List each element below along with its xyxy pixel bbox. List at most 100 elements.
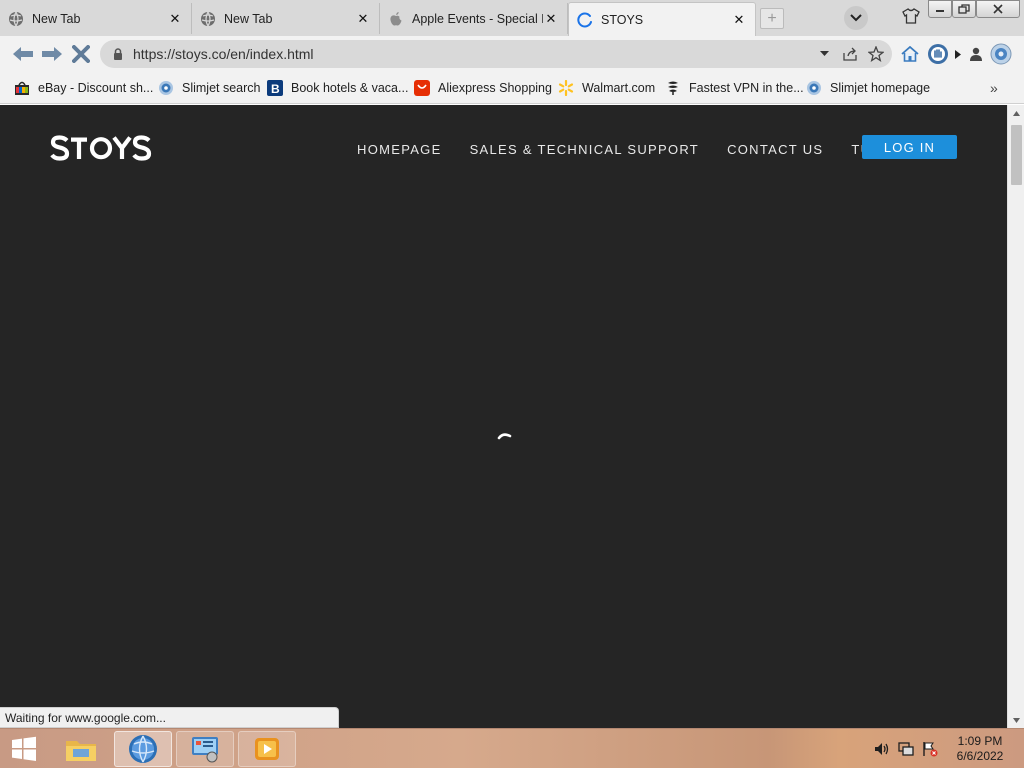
system-clock[interactable]: 1:09 PM 6/6/2022 xyxy=(948,734,1012,764)
svg-text:B: B xyxy=(271,82,280,96)
nav-sales-technical-support[interactable]: SALES & TECHNICAL SUPPORT xyxy=(470,142,700,157)
stop-x-icon xyxy=(72,45,90,63)
nav-homepage[interactable]: HOMEPAGE xyxy=(357,142,442,157)
bookmark-aliexpress[interactable]: Aliexpress Shopping xyxy=(414,78,552,98)
bookmark-label: Fastest VPN in the... xyxy=(689,81,804,95)
site-nav: HOMEPAGE SALES & TECHNICAL SUPPORT CONTA… xyxy=(357,137,941,161)
clock-date: 6/6/2022 xyxy=(956,749,1004,763)
scrollbar-thumb[interactable] xyxy=(1011,125,1022,185)
scroll-up-arrow-icon[interactable] xyxy=(1008,105,1024,121)
status-bubble: Waiting for www.google.com... xyxy=(0,707,339,728)
stoys-logo[interactable] xyxy=(50,133,152,163)
tab-title: STOYS xyxy=(601,12,644,27)
taskbar-control-panel[interactable] xyxy=(176,731,234,767)
tab-new-tab-2[interactable]: New Tab ✕ xyxy=(192,3,380,34)
bookmark-ebay[interactable]: eBay - Discount sh... xyxy=(14,78,153,98)
dropdown-arrow-icon[interactable] xyxy=(814,44,834,64)
slimjet-icon xyxy=(806,80,822,96)
close-icon[interactable]: ✕ xyxy=(731,12,747,28)
profile-button[interactable] xyxy=(965,43,987,65)
close-icon[interactable]: ✕ xyxy=(543,11,559,27)
volume-icon[interactable] xyxy=(874,741,890,757)
settings-button[interactable] xyxy=(990,43,1012,65)
file-explorer-icon xyxy=(66,741,96,761)
bookmark-vpn[interactable]: Fastest VPN in the... xyxy=(665,78,804,98)
url-text[interactable]: https://stoys.co/en/index.html xyxy=(133,46,814,62)
home-icon xyxy=(901,46,919,62)
settings-globe-icon xyxy=(990,43,1012,65)
share-icon[interactable] xyxy=(840,44,860,64)
taskbar-media-player[interactable] xyxy=(238,731,296,767)
lock-icon xyxy=(112,47,124,61)
bookmark-booking[interactable]: B Book hotels & vaca... xyxy=(267,78,408,98)
scroll-down-arrow-icon[interactable] xyxy=(1008,712,1024,728)
home-button[interactable] xyxy=(899,43,921,65)
windows-logo-icon xyxy=(12,736,36,761)
browser-toolbar: https://stoys.co/en/index.html xyxy=(0,36,1024,72)
restore-button[interactable] xyxy=(952,0,976,18)
control-panel-icon xyxy=(192,737,218,763)
loading-spinner-icon xyxy=(577,11,593,28)
slimjet-browser-icon xyxy=(129,735,157,763)
clock-time: 1:09 PM xyxy=(957,734,1003,748)
tab-stoys[interactable]: STOYS ✕ xyxy=(568,2,756,36)
windows-taskbar: 1:09 PM 6/6/2022 xyxy=(0,728,1024,768)
taskbar-slimjet-browser[interactable] xyxy=(114,731,172,767)
tab-apple-events[interactable]: Apple Events - Special Ev ✕ xyxy=(380,3,568,34)
forward-button[interactable] xyxy=(41,43,63,65)
tab-title: New Tab xyxy=(32,11,81,26)
close-icon[interactable]: ✕ xyxy=(355,11,371,27)
back-arrow-icon xyxy=(13,47,33,61)
start-button[interactable] xyxy=(6,733,42,765)
back-button[interactable] xyxy=(12,43,34,65)
aliexpress-icon xyxy=(414,80,430,96)
bookmark-label: eBay - Discount sh... xyxy=(38,81,154,95)
network-icon[interactable] xyxy=(898,741,914,757)
action-center-icon[interactable] xyxy=(922,741,938,757)
globe-icon xyxy=(8,11,24,27)
vpn-icon xyxy=(665,80,681,96)
media-player-icon xyxy=(255,738,279,760)
bookmark-label: Book hotels & vaca... xyxy=(291,81,409,95)
login-button[interactable]: LOG IN xyxy=(862,135,957,159)
bookmark-label: Slimjet search xyxy=(182,81,261,95)
bookmark-label: Slimjet homepage xyxy=(830,81,931,95)
bookmark-slimjet-search[interactable]: Slimjet search xyxy=(158,78,261,98)
tab-search-button[interactable] xyxy=(844,6,868,30)
forward-arrow-icon xyxy=(42,47,62,61)
taskbar-file-explorer[interactable] xyxy=(52,731,110,767)
walmart-icon xyxy=(558,80,574,96)
shirt-icon xyxy=(902,8,920,24)
tab-new-tab-1[interactable]: New Tab ✕ xyxy=(0,3,192,34)
nav-contact-us[interactable]: CONTACT US xyxy=(727,142,823,157)
page-viewport: HOMEPAGE SALES & TECHNICAL SUPPORT CONTA… xyxy=(0,105,1007,728)
minimize-button[interactable] xyxy=(928,0,952,18)
user-icon xyxy=(970,47,982,61)
restore-icon xyxy=(958,4,970,14)
tab-strip: New Tab ✕ New Tab ✕ Apple Events - Speci… xyxy=(0,0,1024,36)
adblock-hand-icon xyxy=(928,44,948,64)
extension-arrow[interactable] xyxy=(952,43,964,65)
theme-shirt-button[interactable] xyxy=(900,5,922,27)
apple-icon xyxy=(388,11,404,27)
bookmark-walmart[interactable]: Walmart.com xyxy=(558,78,655,98)
close-window-button[interactable] xyxy=(976,0,1020,18)
minimize-icon xyxy=(936,10,944,12)
close-icon xyxy=(993,4,1003,14)
plus-icon: + xyxy=(767,9,777,27)
new-tab-button[interactable]: + xyxy=(760,8,784,29)
bookmarks-overflow-button[interactable]: » xyxy=(990,80,998,96)
slimjet-icon xyxy=(158,80,174,96)
address-bar[interactable]: https://stoys.co/en/index.html xyxy=(100,40,892,68)
booking-icon: B xyxy=(267,80,283,96)
stop-button[interactable] xyxy=(70,43,92,65)
caret-right-icon xyxy=(955,49,961,59)
bookmark-label: Walmart.com xyxy=(582,81,656,95)
loading-spinner-icon xyxy=(497,433,512,440)
close-icon[interactable]: ✕ xyxy=(167,11,183,27)
vertical-scrollbar[interactable] xyxy=(1007,105,1024,728)
adblock-button[interactable] xyxy=(927,43,949,65)
star-icon[interactable] xyxy=(866,44,886,64)
bookmark-slimjet-homepage[interactable]: Slimjet homepage xyxy=(806,78,930,98)
tab-title: Apple Events - Special Ev xyxy=(412,11,543,26)
